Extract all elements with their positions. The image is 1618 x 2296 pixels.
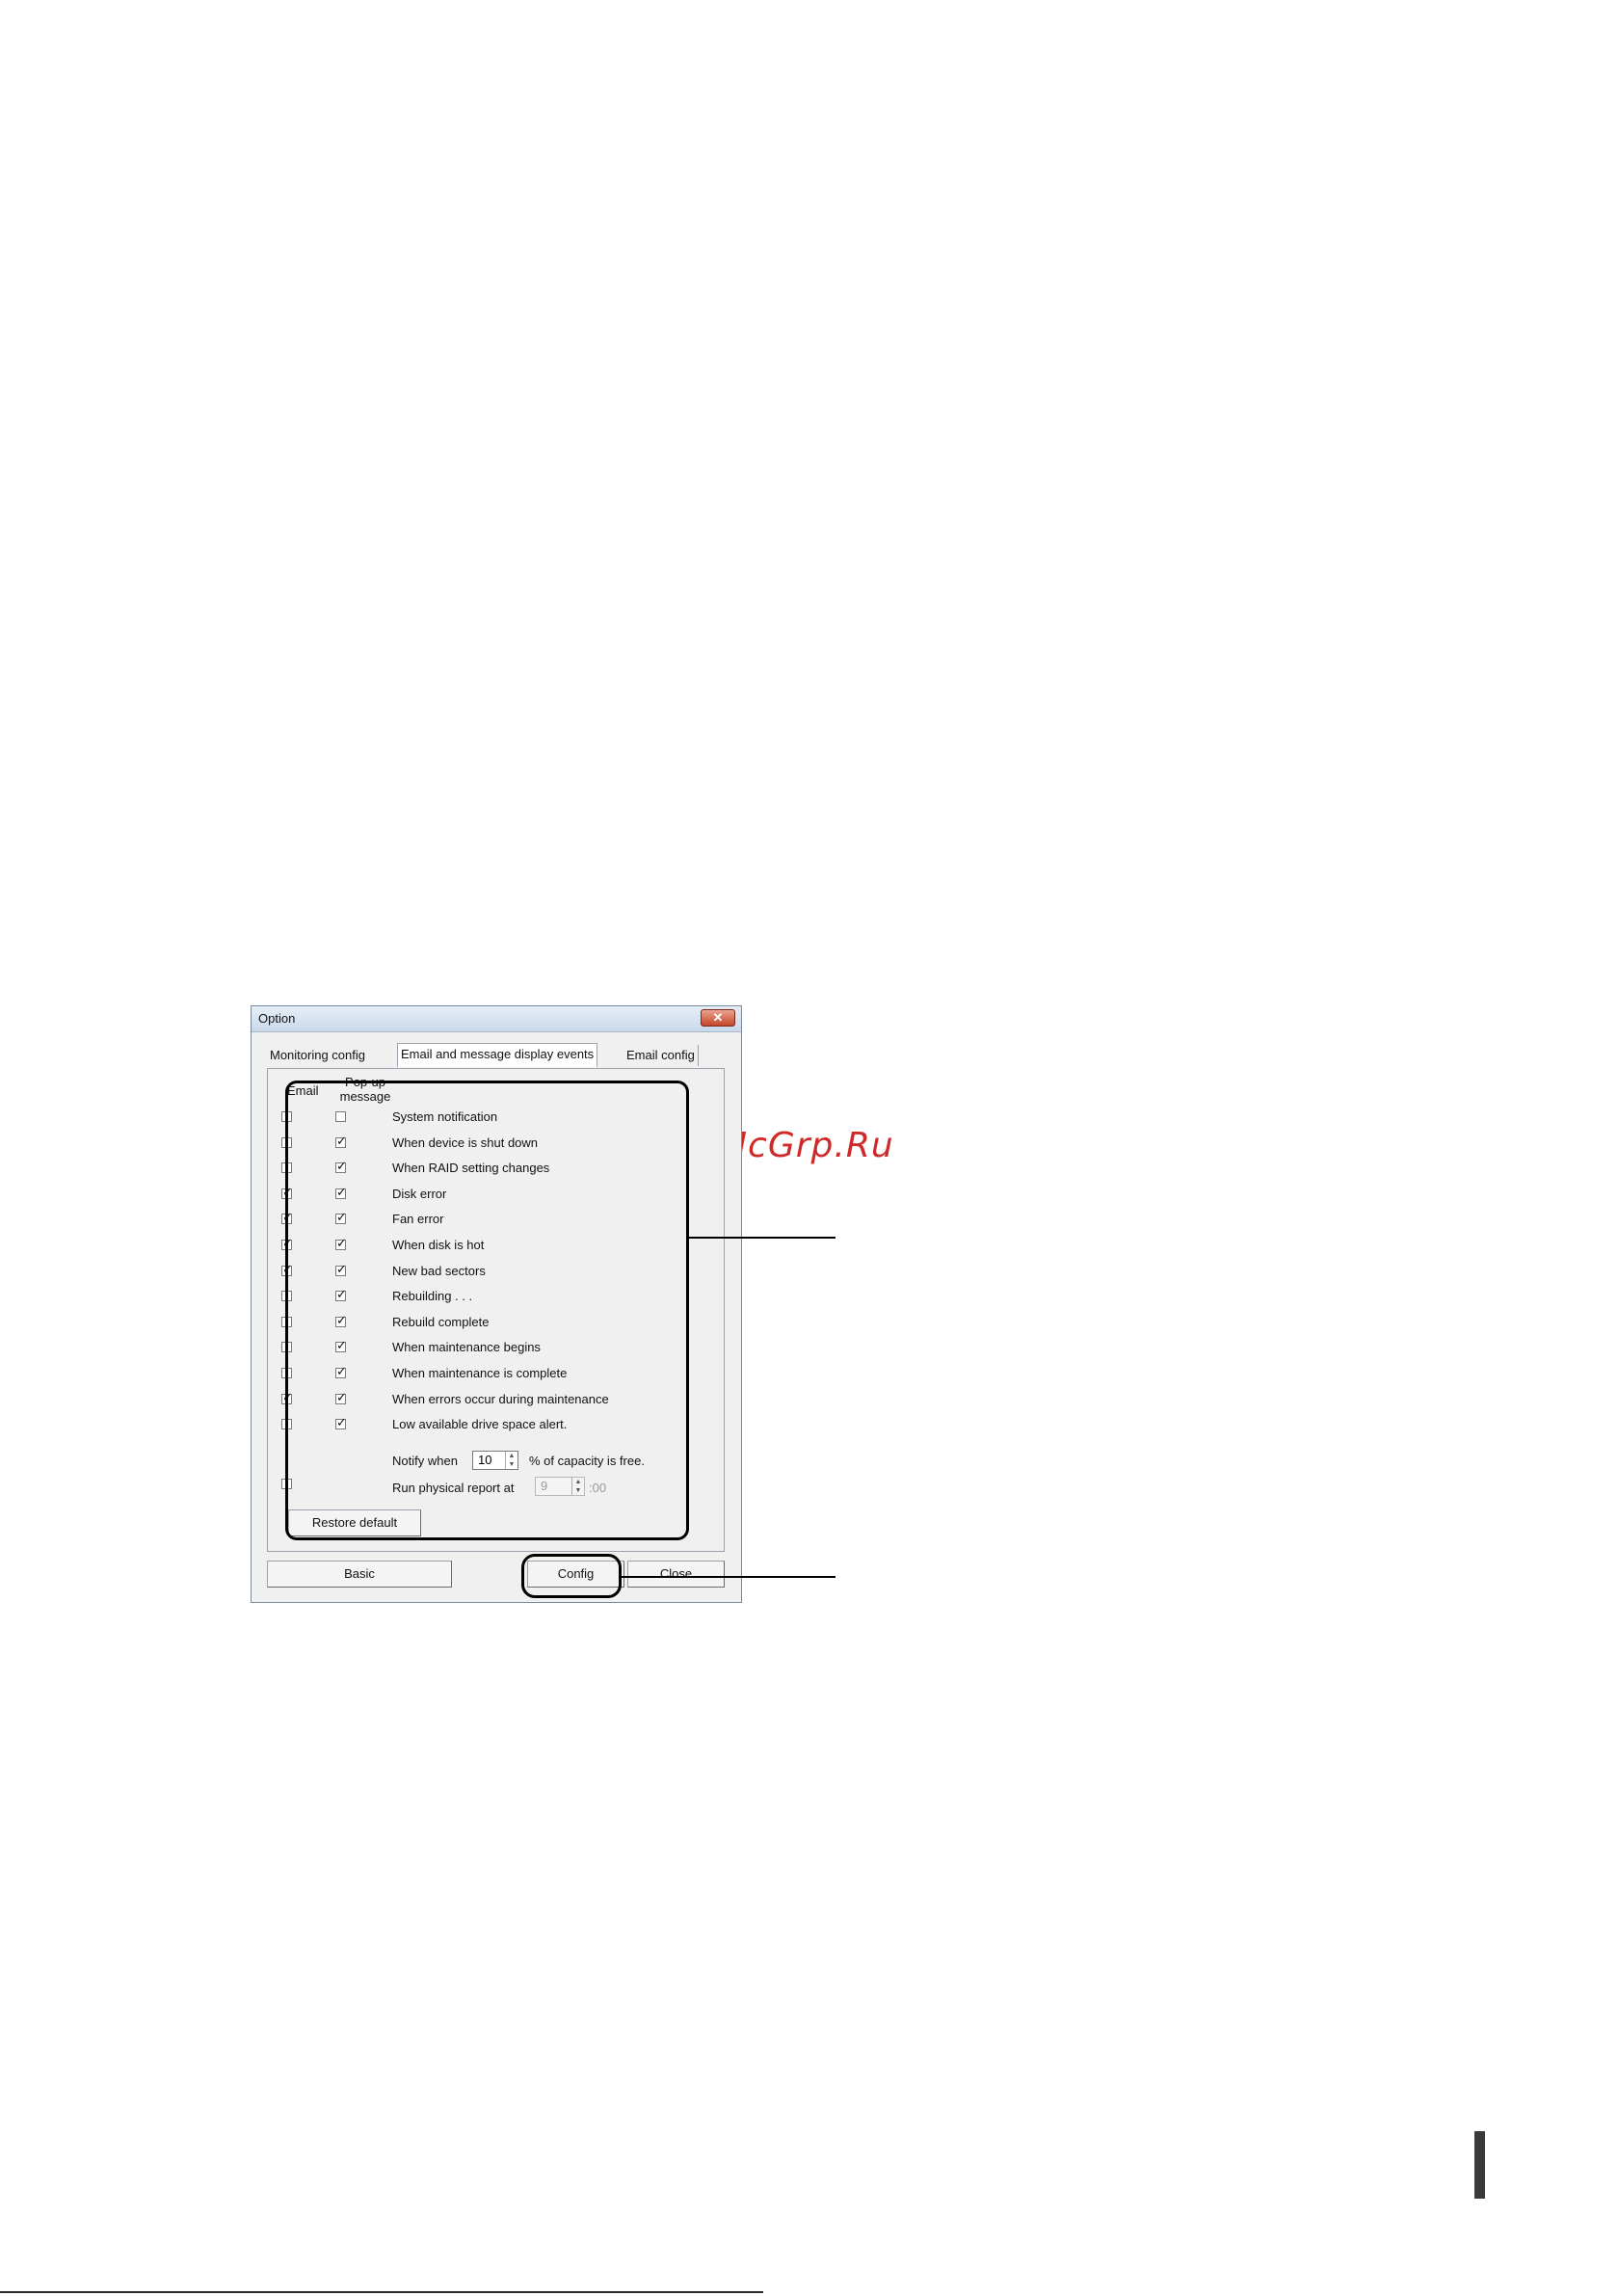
close-window-button[interactable]: ✕ [701, 1009, 735, 1027]
tab-email-and-message-display-events[interactable]: Email and message display events [397, 1043, 598, 1067]
config-callout-line [622, 1576, 836, 1578]
tab-monitoring-config[interactable]: Monitoring config [267, 1045, 368, 1066]
close-button[interactable]: Close [627, 1561, 725, 1588]
basic-button[interactable]: Basic [267, 1561, 452, 1588]
close-icon: ✕ [712, 1010, 724, 1025]
config-callout-outline [521, 1554, 622, 1598]
watermark-text: McGrp.Ru [717, 1126, 894, 1165]
events-callout-outline [285, 1081, 689, 1540]
footer-rule [0, 2291, 763, 2293]
title-bar: Option ✕ [252, 1006, 741, 1032]
dialog-title: Option [258, 1011, 296, 1026]
tab-email-config[interactable]: Email config [623, 1045, 699, 1066]
events-callout-line [689, 1237, 836, 1239]
page-edge-tab [1474, 2131, 1485, 2199]
